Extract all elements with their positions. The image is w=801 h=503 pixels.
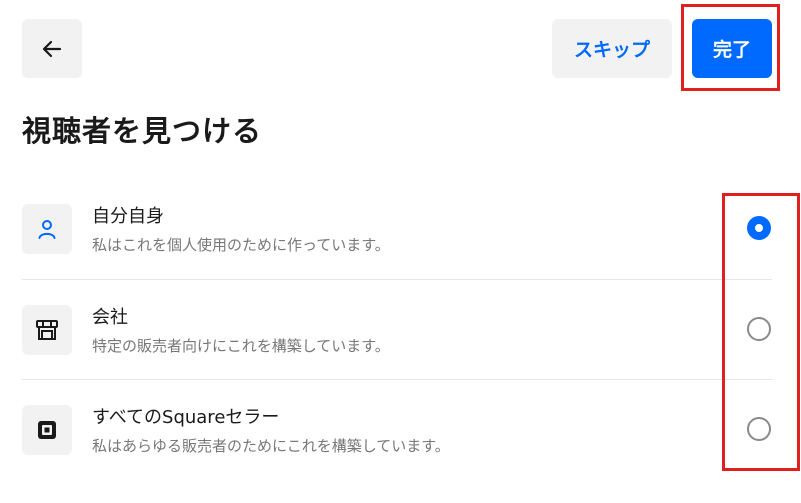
option-all-square-sellers[interactable]: すべてのSquareセラー 私はあらゆる販売者のためにこれを構築しています。 bbox=[22, 379, 772, 480]
option-title: 自分自身 bbox=[92, 206, 164, 227]
radio-myself[interactable] bbox=[747, 216, 771, 240]
option-description: 特定の販売者向けにこれを構築しています。 bbox=[92, 337, 390, 355]
skip-button[interactable]: スキップ bbox=[552, 19, 672, 78]
option-myself[interactable]: 自分自身 私はこれを個人使用のために作っています。 bbox=[22, 179, 772, 279]
option-company[interactable]: 会社 特定の販売者向けにこれを構築しています。 bbox=[22, 279, 772, 380]
option-title: 会社 bbox=[92, 307, 128, 328]
arrow-left-icon bbox=[42, 40, 62, 57]
option-title: すべてのSquareセラー bbox=[92, 407, 280, 428]
done-button[interactable]: 完了 bbox=[692, 19, 772, 78]
option-description: 私はあらゆる販売者のためにこれを構築しています。 bbox=[92, 437, 450, 455]
page-title: 視聴者を見つける bbox=[22, 114, 263, 148]
radio-company[interactable] bbox=[747, 317, 771, 341]
back-button[interactable] bbox=[22, 19, 82, 78]
radio-all-square-sellers[interactable] bbox=[747, 417, 771, 441]
person-icon bbox=[22, 204, 72, 254]
option-description: 私はこれを個人使用のために作っています。 bbox=[92, 236, 390, 254]
storefront-icon bbox=[22, 305, 72, 355]
page: スキップ 完了 視聴者を見つける 自分自身 私はこれを個人使用のために作っていま… bbox=[0, 0, 801, 503]
square-logo-icon bbox=[22, 405, 72, 455]
